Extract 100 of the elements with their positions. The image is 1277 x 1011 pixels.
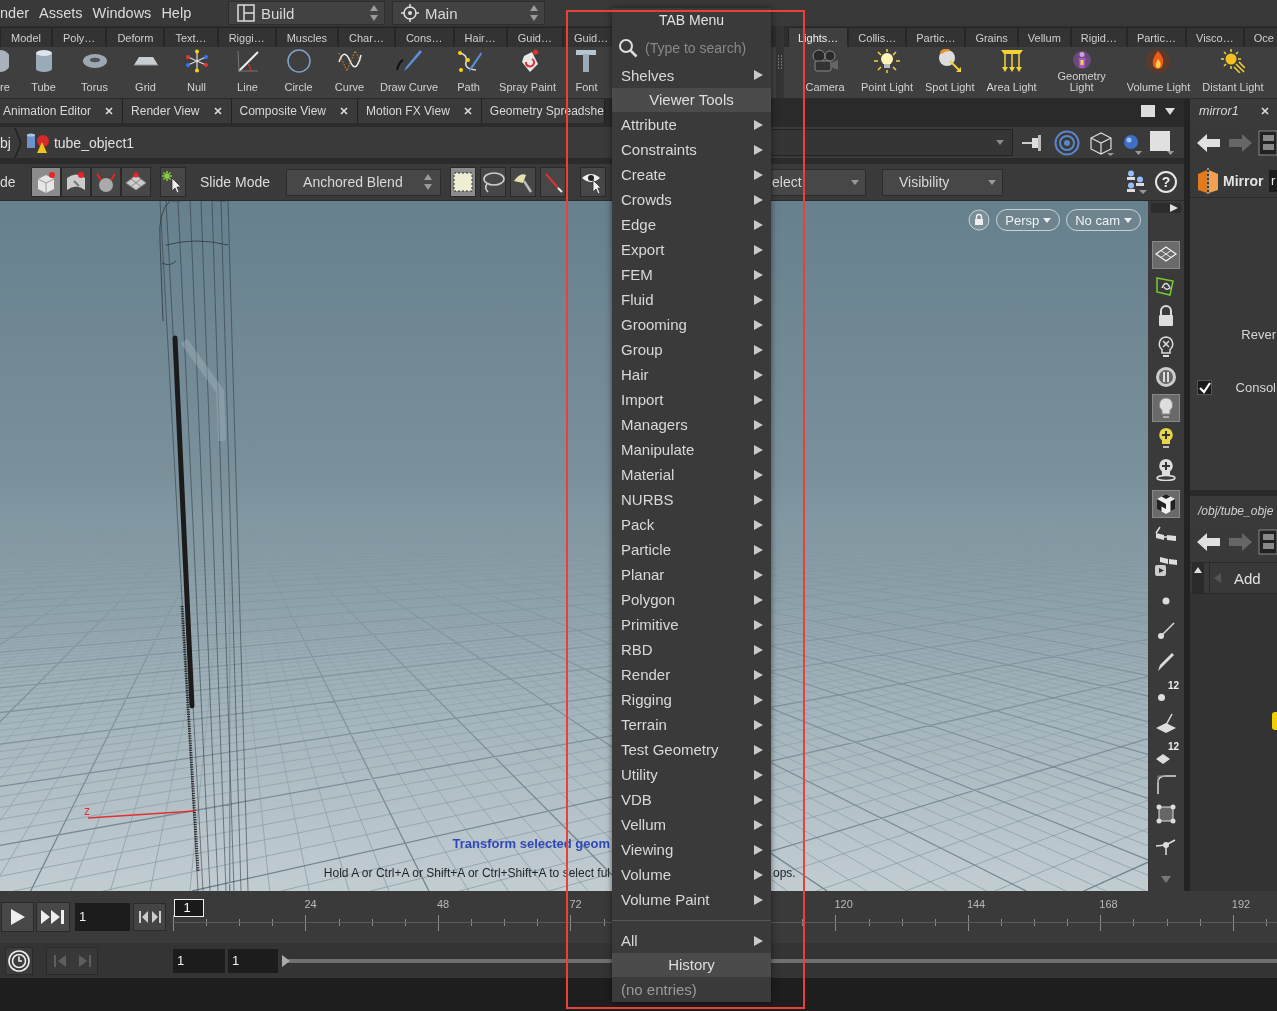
menu-item[interactable]: Polygon: [612, 587, 771, 612]
scroll-up-icon[interactable]: [1194, 567, 1202, 573]
shelf-tool-button[interactable]: Curve: [324, 47, 375, 98]
shelf-tab[interactable]: Model: [0, 27, 52, 47]
shelf-tool-button[interactable]: Geometry Light: [1043, 47, 1120, 98]
pane-tab[interactable]: Animation Editor: [0, 99, 124, 123]
path-crumb[interactable]: tube_object1: [53, 134, 135, 151]
shelf-tool-button[interactable]: Point Light: [856, 47, 918, 98]
desktop-dropdown[interactable]: Build: [228, 1, 385, 25]
realtime-toggle-button[interactable]: [5, 946, 33, 975]
path-crumb[interactable]: bj: [0, 134, 11, 151]
help-button[interactable]: ?: [1155, 171, 1177, 193]
step-forward-icon[interactable]: [151, 911, 161, 923]
display-toggle-button[interactable]: [1152, 241, 1180, 269]
selection-style-button[interactable]: [450, 167, 477, 197]
panel-icon[interactable]: [1258, 529, 1277, 555]
pane-tab[interactable]: Motion FX View: [358, 99, 482, 123]
menu-item[interactable]: All: [612, 928, 771, 953]
select-mode-button[interactable]: [121, 167, 151, 197]
menu-item[interactable]: Import: [612, 387, 771, 412]
shelf-tool-button[interactable]: Font: [560, 47, 612, 98]
menu-caret-icon[interactable]: [1165, 107, 1175, 115]
menu-bar-item[interactable]: Assets: [39, 5, 83, 21]
menu-bar-item[interactable]: Help: [161, 5, 192, 21]
shelf-tab[interactable]: Deform: [106, 27, 165, 47]
range-handle[interactable]: [282, 954, 290, 967]
menu-item[interactable]: Rigging: [612, 687, 771, 712]
shelf-tab[interactable]: Visco…: [1186, 27, 1244, 47]
menu-item[interactable]: Hair: [612, 362, 771, 387]
shelf-tool-button[interactable]: Volume Light: [1121, 47, 1196, 98]
square-icon[interactable]: [1150, 130, 1174, 155]
select-dropdown[interactable]: elect: [772, 168, 866, 196]
selection-style-button[interactable]: [510, 167, 537, 197]
play-button[interactable]: [1, 902, 34, 932]
pane-tab[interactable]: Composite View: [231, 99, 358, 123]
shelf-tool-button[interactable]: Area Light: [981, 47, 1042, 98]
menu-item[interactable]: Fluid: [612, 287, 771, 312]
menu-item[interactable]: Utility: [612, 762, 771, 787]
grip-icon[interactable]: [777, 55, 783, 69]
shelf-tab[interactable]: Partic…: [906, 27, 966, 47]
menu-item[interactable]: Material: [612, 462, 771, 487]
pane-tab[interactable]: Render View: [123, 99, 232, 123]
close-icon[interactable]: [1261, 107, 1269, 115]
step-back-icon[interactable]: [138, 911, 148, 923]
select-mode-button[interactable]: [91, 167, 121, 197]
menu-item[interactable]: Attribute: [612, 112, 771, 137]
shelf-tab[interactable]: Poly…: [51, 27, 107, 47]
back-arrow-icon[interactable]: [1196, 531, 1222, 553]
menu-item[interactable]: Volume: [612, 862, 771, 887]
shelf-tool-button[interactable]: Spot Light: [920, 47, 980, 98]
shelf-tab[interactable]: Riggi…: [217, 27, 276, 47]
menu-item[interactable]: Terrain: [612, 712, 771, 737]
menu-item[interactable]: NURBS: [612, 487, 771, 512]
shelf-tool-button[interactable]: Tube: [18, 47, 69, 98]
checkbox[interactable]: [1197, 380, 1212, 395]
close-icon[interactable]: [105, 107, 114, 115]
current-frame-marker[interactable]: 1: [173, 899, 204, 917]
menu-bar-item[interactable]: Windows: [92, 5, 152, 21]
shelf-tab[interactable]: Hair…: [453, 27, 507, 47]
shelf-tool-button[interactable]: Draw Curve: [375, 47, 444, 98]
shelf-tab[interactable]: Guid…: [506, 27, 563, 47]
visibility-dropdown[interactable]: Visibility: [882, 168, 1003, 196]
menu-item[interactable]: Export: [612, 237, 771, 262]
shelf-tool-button[interactable]: Path: [443, 47, 495, 98]
menu-item[interactable]: Viewing: [612, 837, 771, 862]
shelf-tab[interactable]: Partic…: [1126, 27, 1187, 47]
shelf-tab[interactable]: Vellum: [1017, 27, 1071, 47]
end-frame-field[interactable]: 1: [228, 948, 278, 973]
expand-arrow-icon[interactable]: [1170, 204, 1178, 212]
menu-item[interactable]: RBD: [612, 637, 771, 662]
display-toggle-button[interactable]: [1152, 490, 1180, 518]
shelf-tab[interactable]: Grains: [965, 27, 1018, 47]
menu-item[interactable]: Primitive: [612, 612, 771, 637]
menu-item[interactable]: Vellum: [612, 812, 771, 837]
menu-item[interactable]: Planar: [612, 562, 771, 587]
skip-to-end-button[interactable]: [36, 902, 70, 932]
close-icon[interactable]: [340, 107, 348, 115]
lock-icon[interactable]: [968, 209, 991, 231]
selection-style-button[interactable]: [480, 167, 507, 197]
shelf-tab[interactable]: Char…: [338, 27, 395, 47]
start-frame-field[interactable]: 1: [173, 948, 225, 973]
slide-mode-dropdown[interactable]: Anchored Blend: [286, 168, 442, 196]
shelf-tool-button[interactable]: Circle: [273, 47, 324, 98]
shelf-tab[interactable]: Cons…: [394, 27, 454, 47]
menu-item[interactable]: Shelves: [612, 62, 771, 88]
menu-item[interactable]: Manipulate: [612, 437, 771, 462]
display-toggle-button[interactable]: 12: [1152, 678, 1180, 706]
menu-item[interactable]: Grooming: [612, 312, 771, 337]
shelf-tab[interactable]: Oce: [1243, 27, 1277, 47]
shelf-tool-button[interactable]: Null: [171, 47, 222, 98]
menu-item[interactable]: FEM: [612, 262, 771, 287]
shelf-tab[interactable]: Rigid…: [1070, 27, 1127, 47]
scroll-down-icon[interactable]: [1161, 876, 1171, 883]
shelf-tool-button[interactable]: re: [0, 47, 18, 98]
shelf-tool-button[interactable]: Camera: [796, 47, 854, 98]
display-toggle-button[interactable]: [1152, 393, 1180, 422]
shelf-tab[interactable]: Text…: [164, 27, 218, 47]
add-menu-button[interactable]: Add: [1209, 563, 1277, 593]
back-arrow-icon[interactable]: [1196, 131, 1222, 154]
shelf-tool-button[interactable]: Torus: [69, 47, 120, 98]
